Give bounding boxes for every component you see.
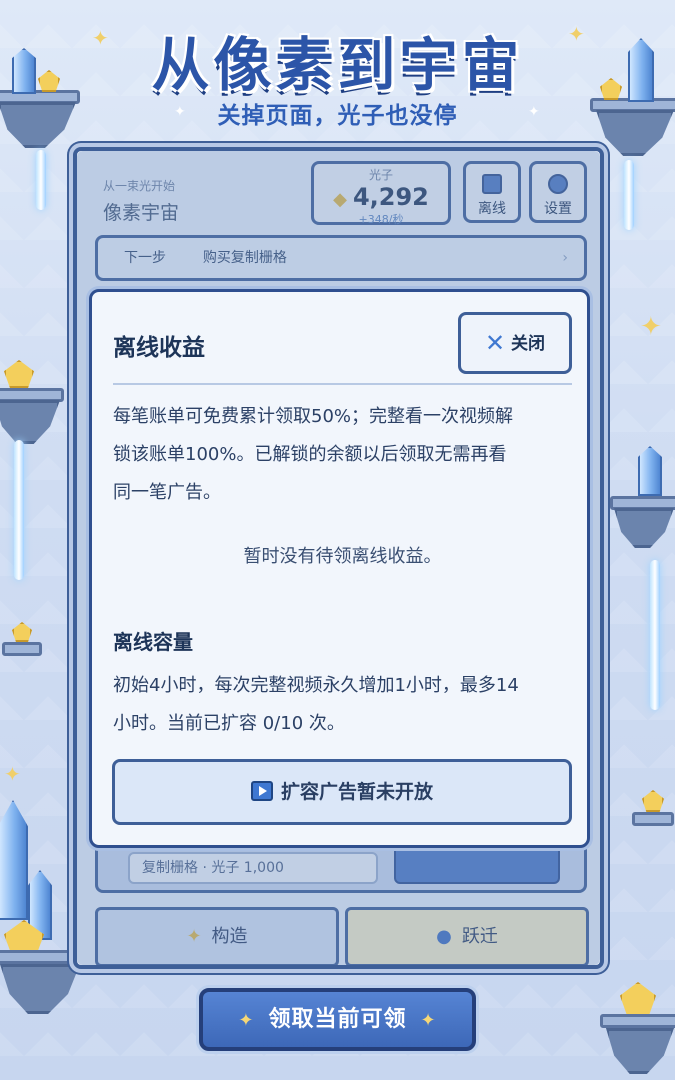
gold-ore-icon <box>620 982 656 1016</box>
empty-earnings-note: 暂时没有待领离线收益。 <box>243 546 442 567</box>
gold-ore-icon <box>12 622 32 642</box>
close-button-label: 关闭 <box>511 334 546 354</box>
sparkle-icon: ✦ <box>640 312 662 342</box>
game-title: 从像素到宇宙 <box>151 31 524 99</box>
capacity-line: 小时。当前已扩容 0/10 次。 <box>113 713 345 734</box>
close-button[interactable]: ✕ 关闭 <box>458 312 572 374</box>
ad-button-label: 扩容广告暂未开放 <box>280 781 433 803</box>
description-line: 同一笔广告。 <box>113 482 221 503</box>
claim-available-button[interactable]: ✦ 领取当前可领 ✦ <box>199 988 476 1051</box>
light-stream <box>624 160 634 230</box>
capacity-line: 初始4小时，每次完整视频永久增加1小时，最多14 <box>113 675 519 696</box>
crystal-icon <box>0 800 28 920</box>
floating-island-right-low <box>632 790 675 840</box>
light-stream <box>36 150 46 210</box>
floating-island-left-mid <box>0 350 68 450</box>
light-stream <box>14 440 24 580</box>
gold-ore-icon <box>4 360 34 388</box>
description-line: 每笔账单可免费累计领取50%；完整看一次视频解 <box>113 406 514 427</box>
close-x-icon: ✕ <box>484 329 506 357</box>
subtitle-text: 关掉页面，光子也没停 <box>217 103 458 129</box>
sparkle-icon: ✦ <box>420 1010 437 1031</box>
floating-island-right-mid <box>610 440 675 550</box>
floating-island-bottom-right <box>600 980 675 1080</box>
game-subtitle: 关掉页面，光子也没停 <box>0 96 675 130</box>
capacity-description: 初始4小时，每次完整视频永久增加1小时，最多14 小时。当前已扩容 0/10 次… <box>113 667 575 743</box>
capacity-title: 离线容量 <box>113 630 193 654</box>
floating-island-left-small <box>2 620 46 670</box>
offline-earnings-modal: 离线收益 ✕ 关闭 每笔账单可免费累计领取50%；完整看一次视频解 锁该账单100… <box>89 289 590 848</box>
sparkle-icon: ✦ <box>4 762 21 786</box>
crystal-icon <box>638 446 662 496</box>
video-play-icon <box>250 781 273 801</box>
claim-button-label: 领取当前可领 <box>268 1007 407 1032</box>
gold-ore-icon <box>642 790 664 812</box>
modal-divider <box>113 383 572 385</box>
sparkle-icon: ✦ <box>238 1010 255 1031</box>
modal-title: 离线收益 <box>113 335 205 361</box>
expand-capacity-ad-button[interactable]: 扩容广告暂未开放 <box>112 759 572 825</box>
light-stream <box>650 560 660 710</box>
modal-description: 每笔账单可免费累计领取50%；完整看一次视频解 锁该账单100%。已解锁的余额以… <box>113 398 575 512</box>
description-line: 锁该账单100%。已解锁的余额以后领取无需再看 <box>113 444 507 465</box>
